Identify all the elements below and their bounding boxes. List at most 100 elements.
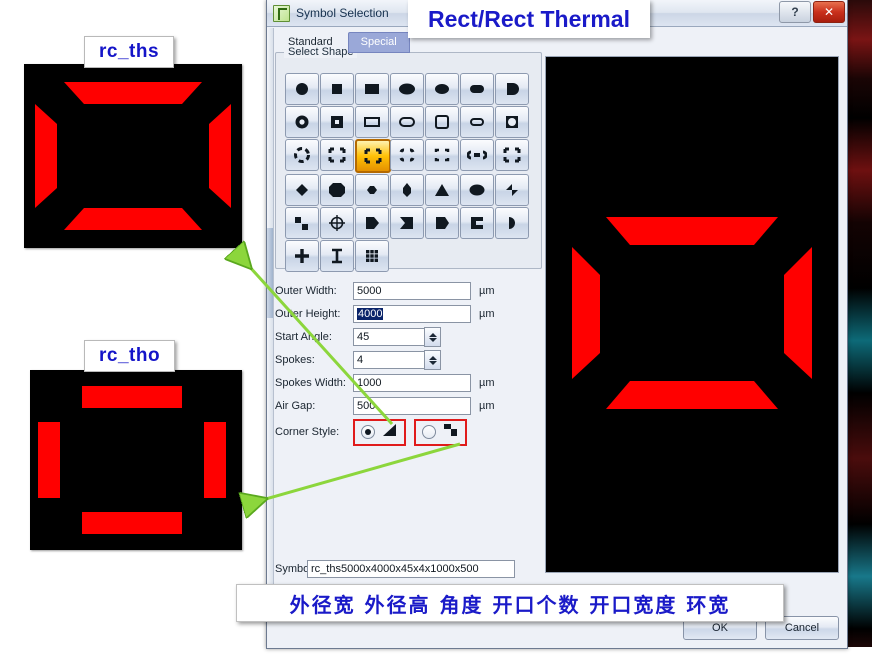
orthogonal-corner-icon — [444, 424, 457, 436]
shape-cell-butterfly-shape[interactable] — [495, 174, 529, 206]
param-input-2[interactable]: 45 — [353, 328, 425, 346]
shape-cell-oval-thermal[interactable] — [460, 139, 494, 171]
shape-cell-ellipse-wide-filled[interactable] — [460, 174, 494, 206]
shape-cell-diamond-filled[interactable] — [285, 174, 319, 206]
shape-cell-oval-outline[interactable] — [460, 106, 494, 138]
shape-cell-i-beam[interactable] — [320, 240, 354, 272]
corner-style-option-0[interactable] — [353, 418, 406, 446]
spinner-down-icon[interactable] — [428, 360, 437, 365]
corner-style-label: Corner Style: — [275, 426, 340, 438]
pad-label-orthogonal: rc_tho — [84, 340, 176, 372]
shape-cell-square-ring[interactable] — [320, 106, 354, 138]
param-row-4: Spokes Width: 1000 µm — [275, 372, 540, 394]
spinner-down-icon[interactable] — [428, 337, 437, 342]
param-input-5[interactable]: 500 — [353, 397, 471, 415]
shape-cell-c-shape[interactable] — [460, 207, 494, 239]
chamfered-corner-icon — [381, 423, 398, 441]
window-controls: ? ✕ — [779, 1, 845, 23]
corner-style-radio-0[interactable] — [361, 425, 375, 439]
dialog-title: Symbol Selection — [296, 6, 389, 20]
param-row-2: Start Angle: 45 — [275, 326, 540, 348]
shape-cell-ellipse-filled[interactable] — [425, 73, 459, 105]
corner-style-option-1[interactable] — [414, 418, 467, 446]
chinese-annotation-banner: 外径宽 外径高 角度 开口个数 开口宽度 环宽 — [236, 584, 784, 622]
param-label-1: Outer Height: — [275, 308, 341, 320]
shape-cell-oval-filled-wide[interactable] — [390, 73, 424, 105]
shape-cell-square-thermal-x[interactable] — [495, 139, 529, 171]
param-unit-5: µm — [479, 400, 495, 412]
pad-label-chamfered: rc_ths — [84, 36, 175, 68]
param-input-4[interactable]: 1000 — [353, 374, 471, 392]
param-row-5: Air Gap: 500 µm — [275, 395, 540, 417]
param-spinner-2[interactable] — [424, 327, 441, 347]
shape-cell-square-rounded-outline[interactable] — [425, 106, 459, 138]
shape-cell-half-circle-right[interactable] — [495, 207, 529, 239]
param-input-3[interactable]: 4 — [353, 351, 425, 369]
param-label-2: Start Angle: — [275, 331, 332, 343]
param-unit-4: µm — [479, 377, 495, 389]
shape-cell-target-crosshair[interactable] — [320, 207, 354, 239]
shape-preview-panel — [545, 56, 839, 573]
shape-cell-flag-notch-left[interactable] — [390, 207, 424, 239]
shape-cell-hexagon-flat[interactable] — [355, 174, 389, 206]
orthogonal-corner-icon — [442, 423, 459, 441]
shape-cell-donut-ring[interactable] — [285, 106, 319, 138]
preview-thermal-graphic — [546, 57, 838, 572]
shape-cell-hexagon-tall[interactable] — [390, 174, 424, 206]
chamfered-thermal-graphic — [24, 64, 242, 248]
shape-cell-home-plate-right[interactable] — [355, 207, 389, 239]
tab-strip: Standard Special — [275, 32, 410, 53]
shape-cell-square-filled[interactable] — [320, 73, 354, 105]
top-title-banner: Rect/Rect Thermal — [408, 0, 650, 38]
shape-cell-circle-thermal[interactable] — [285, 139, 319, 171]
shape-cell-triangle-filled[interactable] — [425, 174, 459, 206]
shape-cell-rect-outline[interactable] — [355, 106, 389, 138]
shape-cell-pentagon-right[interactable] — [425, 207, 459, 239]
shape-grid — [285, 73, 531, 272]
corner-style-row: Corner Style: — [275, 418, 540, 446]
param-spinner-3[interactable] — [424, 350, 441, 370]
param-input-1[interactable]: 4000 — [353, 305, 471, 323]
shape-cell-step-corner[interactable] — [285, 207, 319, 239]
param-label-0: Outer Width: — [275, 285, 337, 297]
shape-cell-rect-rect-thermal[interactable] — [355, 139, 391, 173]
shape-cell-rect-filled[interactable] — [355, 73, 389, 105]
param-unit-1: µm — [479, 308, 495, 320]
corner-style-radio-1[interactable] — [422, 425, 436, 439]
application-icon — [273, 4, 290, 22]
spinner-up-icon[interactable] — [428, 332, 437, 337]
shape-cell-octagon-filled[interactable] — [320, 174, 354, 206]
param-input-0[interactable]: 5000 — [353, 282, 471, 300]
help-button[interactable]: ? — [779, 1, 811, 23]
param-label-5: Air Gap: — [275, 400, 316, 412]
shape-cell-square-thermal-dashed[interactable] — [425, 139, 459, 171]
symbol-label: Symbol: — [275, 563, 315, 575]
shape-cell-cross-plus[interactable] — [285, 240, 319, 272]
orthogonal-thermal-graphic — [30, 370, 242, 550]
shape-cell-circle-in-square[interactable] — [495, 106, 529, 138]
param-label-3: Spokes: — [275, 354, 315, 366]
param-row-3: Spokes: 4 — [275, 349, 540, 371]
param-value-selected-1: 4000 — [357, 308, 384, 320]
scrollbar-thumb[interactable] — [267, 228, 273, 318]
symbol-value-field[interactable]: rc_ths5000x4000x45x4x1000x500 — [307, 560, 515, 578]
shape-cell-rounded-rect-outline[interactable] — [390, 106, 424, 138]
param-row-0: Outer Width: 5000 µm — [275, 280, 540, 302]
tab-standard[interactable]: Standard — [275, 32, 346, 53]
chamfered-corner-icon — [383, 424, 396, 436]
tab-special[interactable]: Special — [347, 32, 410, 53]
spinner-up-icon[interactable] — [428, 355, 437, 360]
param-row-1: Outer Height: 4000 µm — [275, 303, 540, 325]
shape-cell-rounded-thermal[interactable] — [390, 139, 424, 171]
shape-cell-rounded-rect-filled[interactable] — [460, 73, 494, 105]
shape-cell-d-shape-filled[interactable] — [495, 73, 529, 105]
param-unit-0: µm — [479, 285, 495, 297]
parameter-list: Outer Width: 5000 µm Outer Height: 4000 µm Sta… — [275, 280, 540, 446]
symbol-row: Symbol: rc_ths5000x4000x45x4x1000x500 — [275, 560, 515, 578]
shape-cell-square-thermal-open[interactable] — [320, 139, 354, 171]
thermal-pad-preview-chamfered — [24, 64, 242, 248]
close-button[interactable]: ✕ — [813, 1, 845, 23]
shape-cell-circle-filled[interactable] — [285, 73, 319, 105]
shape-cell-grid-nine[interactable] — [355, 240, 389, 272]
dialog-scrollbar[interactable] — [267, 28, 274, 588]
